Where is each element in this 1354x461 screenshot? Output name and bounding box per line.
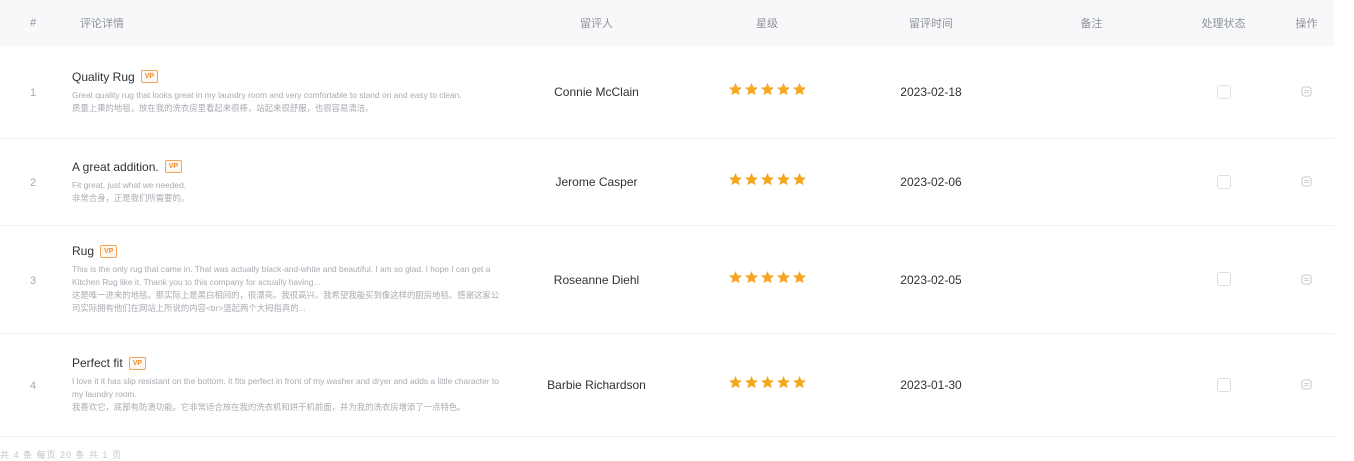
edit-note-icon[interactable] (1301, 86, 1312, 97)
star-icon (728, 270, 742, 283)
review-date: 2023-02-18 (900, 85, 962, 99)
star-icon (792, 270, 806, 283)
review-text-en: Great quality rug that looks great in my… (72, 89, 462, 100)
star-icon (760, 83, 774, 96)
reviewer-name: Connie McClain (554, 85, 639, 99)
header-action: 操作 (1295, 18, 1318, 30)
status-checkbox[interactable] (1216, 272, 1231, 287)
star-icon (744, 173, 758, 186)
reviewer-name: Barbie Richardson (547, 378, 646, 392)
vp-badge: VP (140, 70, 159, 83)
star-icon (760, 173, 774, 186)
header-detail: 评论详情 (80, 18, 124, 30)
star-icon (744, 270, 758, 283)
edit-note-icon[interactable] (1301, 274, 1312, 285)
review-date: 2023-01-30 (900, 378, 962, 392)
review-title[interactable]: A great addition. (72, 160, 159, 174)
review-text-zh: 非常合身，正是我们所需要的。 (72, 192, 190, 203)
row-index: 4 (29, 380, 37, 392)
header-status: 处理状态 (1201, 18, 1246, 30)
star-icon (744, 83, 758, 96)
vp-badge: VP (100, 244, 118, 258)
header-rating: 星级 (756, 18, 778, 30)
table-header: # 评论详情 留评人 星级 留评时间 备注 处理状态 操作 (0, 0, 1334, 46)
review-detail: Rug VP This is the only rug that came in… (66, 244, 506, 315)
star-icon (744, 376, 758, 389)
star-icon (728, 83, 742, 96)
star-rating (728, 270, 807, 285)
star-icon (776, 173, 790, 186)
review-title[interactable]: Quality Rug (72, 70, 135, 84)
star-rating (728, 82, 807, 97)
review-title[interactable]: Perfect fit (72, 356, 123, 370)
header-time: 留评时间 (909, 18, 953, 30)
table-row: 3 Rug VP This is the only rug that came … (0, 226, 1334, 334)
review-date: 2023-02-06 (900, 175, 962, 189)
star-icon (760, 376, 774, 389)
star-rating (728, 375, 807, 390)
table-row: 2 A great addition. VP Fit great, just w… (0, 139, 1334, 226)
table-row: 4 Perfect fit VP I love it it has slip r… (0, 334, 1334, 437)
review-date: 2023-02-05 (900, 272, 962, 287)
row-index: 3 (29, 274, 37, 287)
review-detail: A great addition. VP Fit great, just wha… (66, 160, 506, 205)
review-title[interactable]: Rug (72, 244, 94, 258)
header-reviewer: 留评人 (580, 18, 613, 30)
star-icon (728, 376, 742, 389)
star-icon (776, 83, 790, 96)
vp-badge: VP (164, 160, 183, 173)
star-rating (728, 172, 807, 187)
review-text-zh: 质量上乘的地毯，放在我的洗衣房里看起来很棒，站起来很舒服，也很容易清洁。 (72, 102, 374, 113)
status-checkbox[interactable] (1216, 174, 1231, 189)
reviewer-name: Roseanne Diehl (553, 272, 640, 287)
review-text-zh: 这是唯一进来的地毯。那实际上是黑白相间的，很漂亮。我很高兴。我希望我能买到像这样… (72, 290, 500, 313)
reviewer-name: Jerome Casper (555, 175, 638, 189)
table-row: 1 Quality Rug VP Great quality rug that … (0, 46, 1334, 139)
review-text-zh: 我喜欢它，底部有防滑功能。它非常适合放在我的洗衣机和烘干机前面，并为我的洗衣房增… (72, 402, 466, 412)
star-icon (776, 270, 790, 283)
star-icon (776, 376, 790, 389)
status-checkbox[interactable] (1216, 84, 1231, 99)
edit-note-icon[interactable] (1301, 176, 1312, 187)
status-checkbox[interactable] (1216, 377, 1231, 392)
header-note: 备注 (1080, 18, 1103, 30)
table-body: 1 Quality Rug VP Great quality rug that … (0, 46, 1334, 437)
star-icon (792, 173, 806, 186)
review-text-en: I love it it has slip resistant on the b… (72, 376, 499, 399)
star-icon (760, 270, 774, 283)
row-index: 1 (29, 87, 37, 99)
review-text-en: This is the only rug that came in. That … (72, 264, 491, 287)
pagination-summary: 共 4 条 每页 20 条 共 1 页 (0, 450, 123, 460)
review-detail: Quality Rug VP Great quality rug that lo… (66, 70, 506, 115)
star-icon (792, 376, 806, 389)
header-index: # (29, 17, 37, 29)
review-text-en: Fit great, just what we needed. (72, 179, 187, 190)
reviews-table: # 评论详情 留评人 星级 留评时间 备注 处理状态 操作 1 Quality … (0, 0, 1334, 437)
review-detail: Perfect fit VP I love it it has slip res… (66, 356, 506, 414)
star-icon (728, 173, 742, 186)
edit-note-icon[interactable] (1301, 379, 1312, 390)
vp-badge: VP (128, 356, 147, 370)
row-index: 2 (29, 177, 37, 189)
star-icon (792, 83, 806, 96)
